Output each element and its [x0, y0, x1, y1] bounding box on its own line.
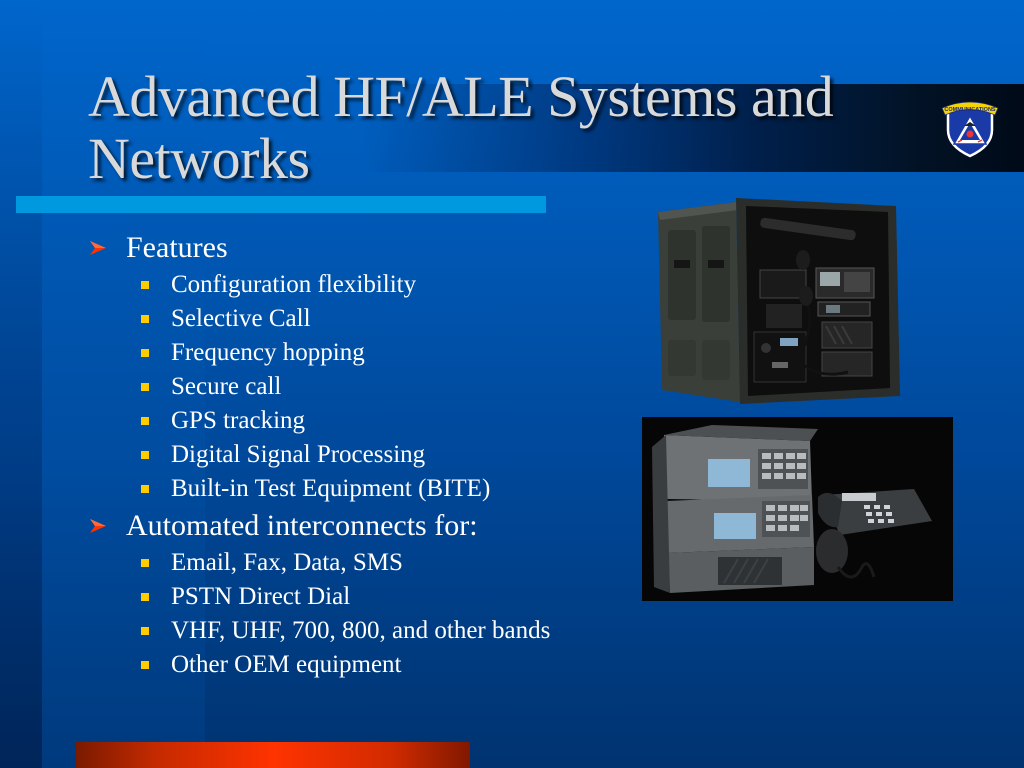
logo-banner-text: COMMUNICATIONS — [944, 107, 996, 113]
bullet-item: GPS tracking — [88, 404, 648, 438]
title-line-1: Advanced HF/ALE Systems and — [88, 64, 834, 129]
communications-shield-logo-icon: COMMUNICATIONS — [941, 101, 999, 158]
arrowhead-bullet-icon — [90, 241, 106, 255]
bullet-item-text: Built-in Test Equipment (BITE) — [171, 475, 491, 502]
bullet-item: PSTN Direct Dial — [88, 580, 648, 614]
square-bullet-icon — [141, 417, 149, 425]
bullet-item: Email, Fax, Data, SMS — [88, 546, 648, 580]
bullet-item-text: Frequency hopping — [171, 339, 365, 366]
background-left-stripe — [0, 0, 42, 768]
square-bullet-icon — [141, 661, 149, 669]
slide: Advanced HF/ALE Systems and Networks COM… — [0, 0, 1024, 768]
bullet-label: Features — [126, 231, 228, 264]
square-bullet-icon — [141, 281, 149, 289]
square-bullet-icon — [141, 349, 149, 357]
bullet-item-text: Other OEM equipment — [171, 651, 402, 678]
square-bullet-icon — [141, 383, 149, 391]
bullet-item-text: VHF, UHF, 700, 800, and other bands — [171, 617, 551, 644]
bullet-item-text: Secure call — [171, 373, 282, 400]
bullet-level1-features: Features — [88, 228, 648, 268]
bullet-item-text: GPS tracking — [171, 407, 306, 434]
bullet-item: Digital Signal Processing — [88, 438, 648, 472]
bottom-accent-bar — [76, 742, 470, 768]
stacked-radios-image — [642, 417, 953, 601]
square-bullet-icon — [141, 593, 149, 601]
bullet-item-text: Selective Call — [171, 305, 311, 332]
square-bullet-icon — [141, 315, 149, 323]
bullet-item: Selective Call — [88, 302, 648, 336]
square-bullet-icon — [141, 451, 149, 459]
title-line-2: Networks — [88, 126, 310, 191]
title-underline-bar — [16, 196, 546, 213]
square-bullet-icon — [141, 559, 149, 567]
bullet-item-text: Configuration flexibility — [171, 271, 417, 298]
arrowhead-bullet-icon — [90, 519, 106, 533]
bullet-item: Secure call — [88, 370, 648, 404]
bullet-label: Automated interconnects for: — [126, 509, 478, 542]
bullet-item-text: Digital Signal Processing — [171, 441, 426, 468]
bullet-item: Other OEM equipment — [88, 648, 648, 682]
slide-title: Advanced HF/ALE Systems and Networks — [88, 64, 834, 191]
bullet-list: Features Configuration flexibility Selec… — [88, 228, 648, 682]
square-bullet-icon — [141, 627, 149, 635]
transit-case-radio-image — [658, 198, 900, 404]
bullet-item-text: PSTN Direct Dial — [171, 583, 351, 610]
bullet-level1-interconnects: Automated interconnects for: — [88, 506, 648, 546]
bullet-item: Configuration flexibility — [88, 268, 648, 302]
bullet-item: Built-in Test Equipment (BITE) — [88, 472, 648, 506]
square-bullet-icon — [141, 485, 149, 493]
bullet-item-text: Email, Fax, Data, SMS — [171, 549, 403, 576]
bullet-item: Frequency hopping — [88, 336, 648, 370]
bullet-item: VHF, UHF, 700, 800, and other bands — [88, 614, 648, 648]
